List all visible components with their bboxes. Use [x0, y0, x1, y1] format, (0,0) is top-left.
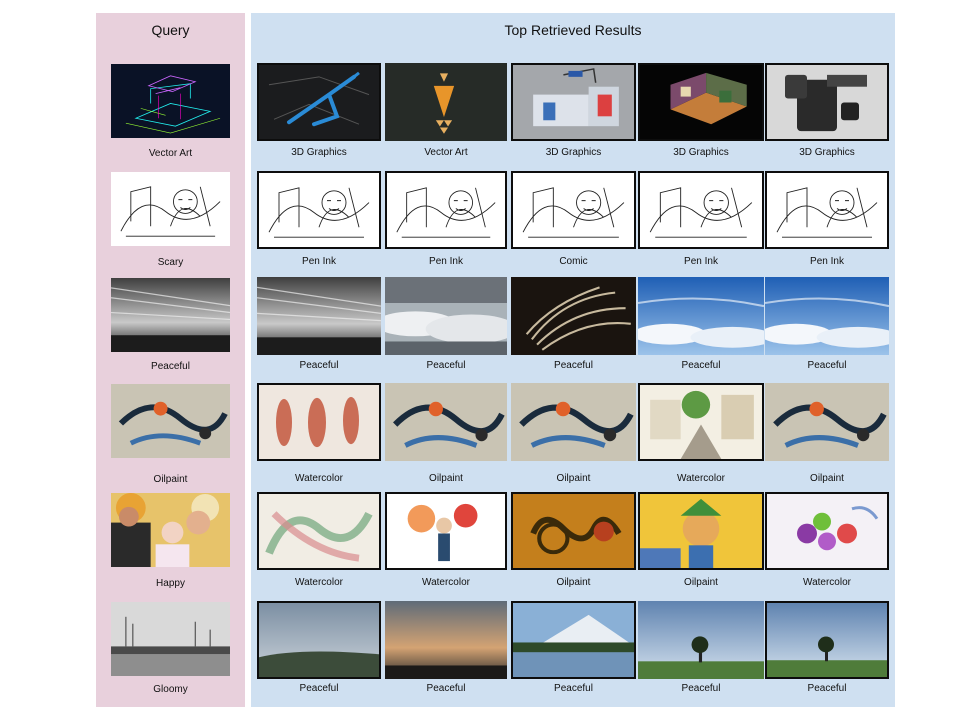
- result-image: [385, 171, 507, 249]
- query-image: [111, 384, 230, 458]
- result-image: [257, 63, 381, 141]
- query-label: Happy: [156, 578, 185, 589]
- result-label: Peaceful: [426, 683, 466, 694]
- query-label: Vector Art: [148, 148, 193, 159]
- result-image: [385, 492, 507, 570]
- result-image: [257, 383, 381, 461]
- query-label: Peaceful: [151, 361, 190, 372]
- query-label: Scary: [157, 257, 184, 268]
- result-label: Peaceful: [554, 360, 593, 371]
- result-image: [511, 383, 636, 461]
- result-label: Comic: [559, 256, 588, 267]
- result-label: Watercolor: [677, 473, 725, 484]
- result-label: Pen Ink: [302, 256, 336, 267]
- result-label: Watercolor: [422, 577, 470, 588]
- query-image: [111, 172, 230, 246]
- result-label: Peaceful: [299, 360, 339, 371]
- result-label: 3D Graphics: [545, 147, 602, 158]
- result-image: [511, 63, 636, 141]
- result-label: Peaceful: [807, 683, 847, 694]
- result-image: [257, 601, 381, 679]
- result-label: Peaceful: [807, 360, 847, 371]
- result-image: [257, 277, 381, 355]
- result-image: [638, 601, 764, 679]
- result-label: Oilpaint: [556, 577, 591, 588]
- result-label: 3D Graphics: [799, 147, 855, 158]
- result-label: Oilpaint: [684, 577, 718, 588]
- result-label: 3D Graphics: [291, 147, 347, 158]
- result-label: Pen Ink: [810, 256, 844, 267]
- query-header: Query: [151, 22, 190, 38]
- result-image: [765, 601, 889, 679]
- result-image: [765, 492, 889, 570]
- result-label: Peaceful: [554, 683, 593, 694]
- result-label: Peaceful: [681, 683, 721, 694]
- result-image: [385, 277, 507, 355]
- result-image: [638, 171, 764, 249]
- result-image: [765, 277, 889, 355]
- result-image: [511, 171, 636, 249]
- result-image: [257, 171, 381, 249]
- result-label: 3D Graphics: [673, 147, 729, 158]
- query-label: Gloomy: [153, 684, 188, 695]
- result-image: [638, 492, 764, 570]
- result-label: Pen Ink: [429, 256, 463, 267]
- result-label: Watercolor: [803, 577, 851, 588]
- result-label: Oilpaint: [556, 473, 591, 484]
- result-label: Peaceful: [426, 360, 466, 371]
- result-image: [765, 171, 889, 249]
- result-label: Watercolor: [295, 473, 343, 484]
- result-image: [638, 63, 764, 141]
- query-image: [111, 64, 230, 138]
- result-label: Pen Ink: [684, 256, 718, 267]
- query-image: [111, 493, 230, 567]
- result-label: Oilpaint: [810, 473, 844, 484]
- results-header: Top Retrieved Results: [504, 22, 642, 38]
- result-label: Vector Art: [424, 147, 468, 158]
- result-image: [638, 383, 764, 461]
- result-image: [638, 277, 764, 355]
- result-image: [511, 601, 636, 679]
- query-image: [111, 602, 230, 676]
- result-label: Peaceful: [681, 360, 721, 371]
- query-label: Oilpaint: [153, 474, 188, 485]
- result-image: [385, 601, 507, 679]
- result-image: [257, 492, 381, 570]
- result-image: [765, 383, 889, 461]
- result-label: Watercolor: [295, 577, 343, 588]
- query-image: [111, 278, 230, 352]
- result-image: [511, 492, 636, 570]
- result-label: Peaceful: [299, 683, 339, 694]
- result-image: [765, 63, 889, 141]
- result-image: [385, 383, 507, 461]
- result-image: [385, 63, 507, 141]
- result-image: [511, 277, 636, 355]
- result-label: Oilpaint: [429, 473, 463, 484]
